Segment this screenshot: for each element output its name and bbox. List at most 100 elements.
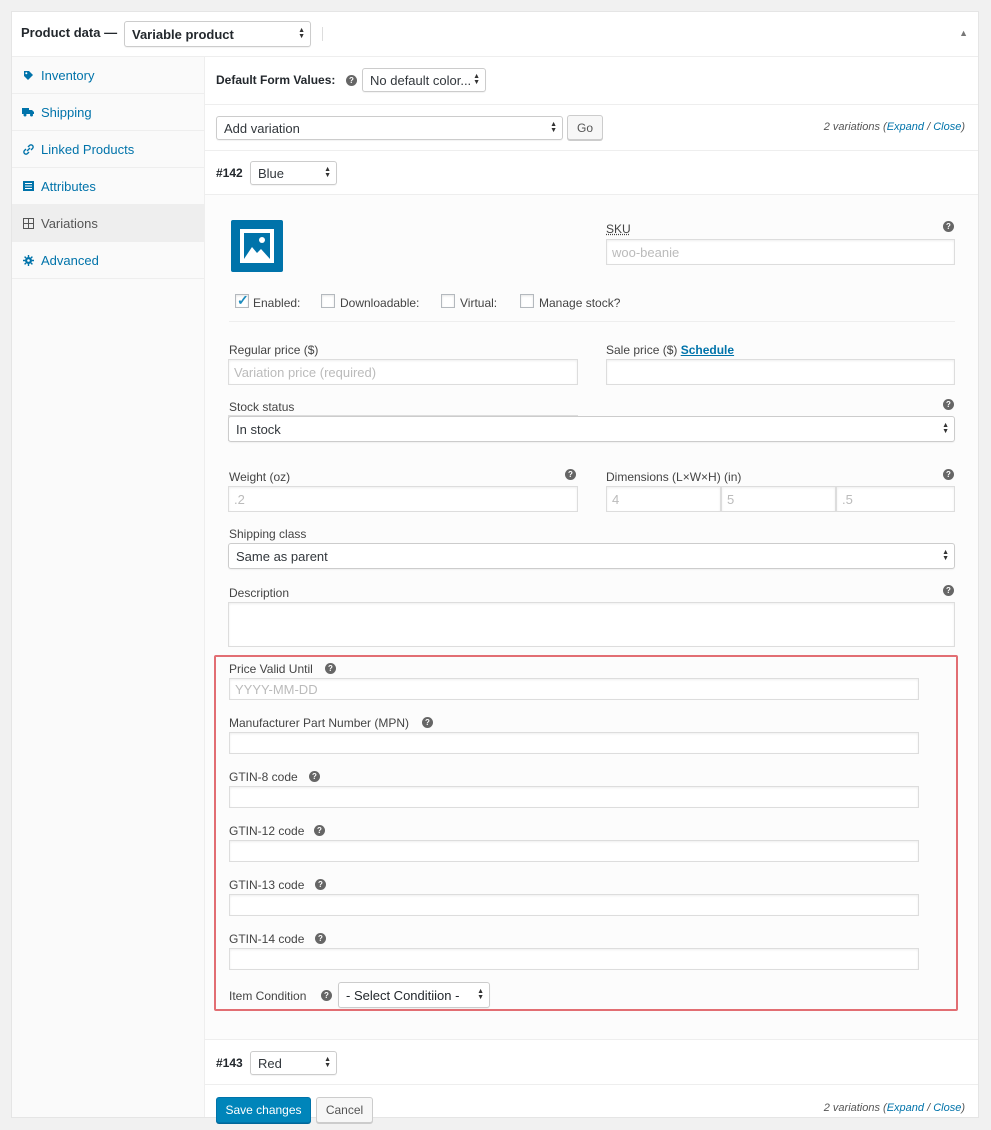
options-divider <box>229 321 955 322</box>
help-icon[interactable]: ? <box>943 399 954 410</box>
product-type-select[interactable]: Variable product ▲ ▼ <box>124 21 311 47</box>
count-prefix: 2 variations ( <box>823 121 887 133</box>
tab-label: Linked Products <box>41 141 135 157</box>
default-color-value: No default color... <box>370 72 472 88</box>
select-arrows-icon: ▲ ▼ <box>298 27 305 40</box>
height-input[interactable]: .5 <box>836 486 955 512</box>
default-color-select[interactable]: No default color... ▲ ▼ <box>362 68 486 92</box>
tab-advanced[interactable]: Advanced <box>12 242 204 279</box>
dimensions-label: Dimensions (L×W×H) (in) <box>606 470 742 484</box>
tab-variations[interactable]: Variations <box>12 205 204 242</box>
select-arrows-icon: ▲ ▼ <box>942 549 949 562</box>
sale-price-input[interactable] <box>606 359 955 385</box>
variations-footer: Save changes Cancel 2 variations (Expand… <box>205 1086 978 1130</box>
help-icon[interactable]: ? <box>943 585 954 596</box>
product-type-value: Variable product <box>132 26 234 42</box>
width-input[interactable]: 5 <box>721 486 836 512</box>
count-suffix: ) <box>961 121 965 133</box>
stock-status-label: Stock status <box>229 400 295 414</box>
shipping-class-label: Shipping class <box>229 527 307 541</box>
variation-number: #142 <box>216 166 243 180</box>
enabled-checkbox[interactable] <box>235 292 249 309</box>
variation-image-placeholder[interactable] <box>231 220 283 272</box>
truck-icon <box>22 106 34 118</box>
tab-label: Inventory <box>41 67 95 83</box>
go-button[interactable]: Go <box>567 115 603 140</box>
add-variation-select[interactable]: Add variation ▲ ▼ <box>216 116 563 140</box>
bulk-actions-row: Add variation ▲ ▼ Go 2 variations (Expand… <box>205 105 978 151</box>
select-arrows-icon: ▲ ▼ <box>324 166 331 179</box>
regular-price-label: Regular price ($) <box>229 343 319 357</box>
count-slash: / <box>924 121 934 133</box>
count-prefix: 2 variations ( <box>823 1102 887 1114</box>
stock-status-select[interactable]: In stock ▲ ▼ <box>228 416 955 442</box>
manage-stock-label: Manage stock? <box>539 296 621 310</box>
gear-icon <box>22 254 34 266</box>
image-icon <box>240 229 274 263</box>
expand-link[interactable]: Expand <box>887 121 924 133</box>
length-input[interactable]: 4 <box>606 486 721 512</box>
tab-linked-products[interactable]: Linked Products <box>12 131 204 168</box>
downloadable-checkbox[interactable] <box>321 294 335 308</box>
list-icon <box>22 180 34 192</box>
product-data-tabs: Inventory Shipping Linked Products Attri… <box>12 57 205 1117</box>
select-arrows-icon: ▲ ▼ <box>550 121 557 134</box>
link-icon <box>22 143 34 155</box>
shipping-class-value: Same as parent <box>236 548 328 564</box>
help-icon[interactable]: ? <box>346 75 357 86</box>
virtual-label: Virtual: <box>460 296 498 310</box>
manage-stock-checkbox[interactable] <box>520 294 534 308</box>
variation-color-value: Red <box>258 1055 282 1071</box>
cancel-button[interactable]: Cancel <box>316 1097 373 1123</box>
panel-title: Product data — <box>21 25 118 40</box>
help-icon[interactable]: ? <box>565 469 576 480</box>
description-textarea[interactable] <box>228 602 955 647</box>
header-separator <box>322 27 323 41</box>
grid-icon <box>22 217 34 229</box>
collapse-toggle-icon[interactable]: ▲ <box>959 28 968 38</box>
count-slash: / <box>924 1102 934 1114</box>
panel-header: Product data — Variable product ▲ ▼ ▲ <box>12 12 978 57</box>
tab-label: Attributes <box>41 178 96 194</box>
weight-label: Weight (oz) <box>229 470 291 484</box>
virtual-checkbox[interactable] <box>441 294 455 308</box>
variation-color-select[interactable]: Blue ▲ ▼ <box>250 161 337 185</box>
close-link[interactable]: Close <box>933 121 961 133</box>
variations-count: 2 variations (Expand / Close) <box>824 121 965 133</box>
default-form-values-row: Default Form Values: ? No default color.… <box>205 57 978 105</box>
schedule-link[interactable]: Schedule <box>681 343 734 357</box>
expand-link[interactable]: Expand <box>887 1102 924 1114</box>
select-arrows-icon: ▲ ▼ <box>942 422 949 435</box>
sku-input[interactable]: woo-beanie <box>606 239 955 265</box>
weight-input[interactable]: .2 <box>228 486 578 512</box>
variations-count: 2 variations (Expand / Close) <box>824 1102 965 1114</box>
tab-label: Variations <box>41 215 98 231</box>
shipping-class-select[interactable]: Same as parent ▲ ▼ <box>228 543 955 569</box>
description-label: Description <box>229 586 290 600</box>
highlight-box <box>214 655 958 1011</box>
regular-price-input[interactable]: Variation price (required) <box>228 359 578 385</box>
tab-inventory[interactable]: Inventory <box>12 57 204 94</box>
save-changes-button[interactable]: Save changes <box>216 1097 311 1123</box>
select-arrows-icon: ▲ ▼ <box>324 1056 331 1069</box>
sku-label: SKU <box>606 222 631 236</box>
tab-label: Shipping <box>41 104 92 120</box>
variation-header-143[interactable]: #143 Red ▲ ▼ <box>205 1041 978 1085</box>
tag-icon <box>22 69 34 81</box>
variation-color-value: Blue <box>258 165 285 181</box>
stock-status-value: In stock <box>236 421 281 437</box>
help-icon[interactable]: ? <box>943 221 954 232</box>
select-arrows-icon: ▲ ▼ <box>473 73 480 86</box>
add-variation-value: Add variation <box>224 120 300 136</box>
enabled-label: Enabled: <box>253 296 301 310</box>
tab-shipping[interactable]: Shipping <box>12 94 204 131</box>
close-link[interactable]: Close <box>933 1102 961 1114</box>
tab-attributes[interactable]: Attributes <box>12 168 204 205</box>
variation-header-142[interactable]: #142 Blue ▲ ▼ <box>205 151 978 195</box>
help-icon[interactable]: ? <box>943 469 954 480</box>
default-form-values-label: Default Form Values: <box>216 73 336 87</box>
variation-number: #143 <box>216 1056 243 1070</box>
sale-price-label: Sale price ($) Schedule <box>606 343 734 357</box>
variation-color-select[interactable]: Red ▲ ▼ <box>250 1051 337 1075</box>
count-suffix: ) <box>961 1102 965 1114</box>
